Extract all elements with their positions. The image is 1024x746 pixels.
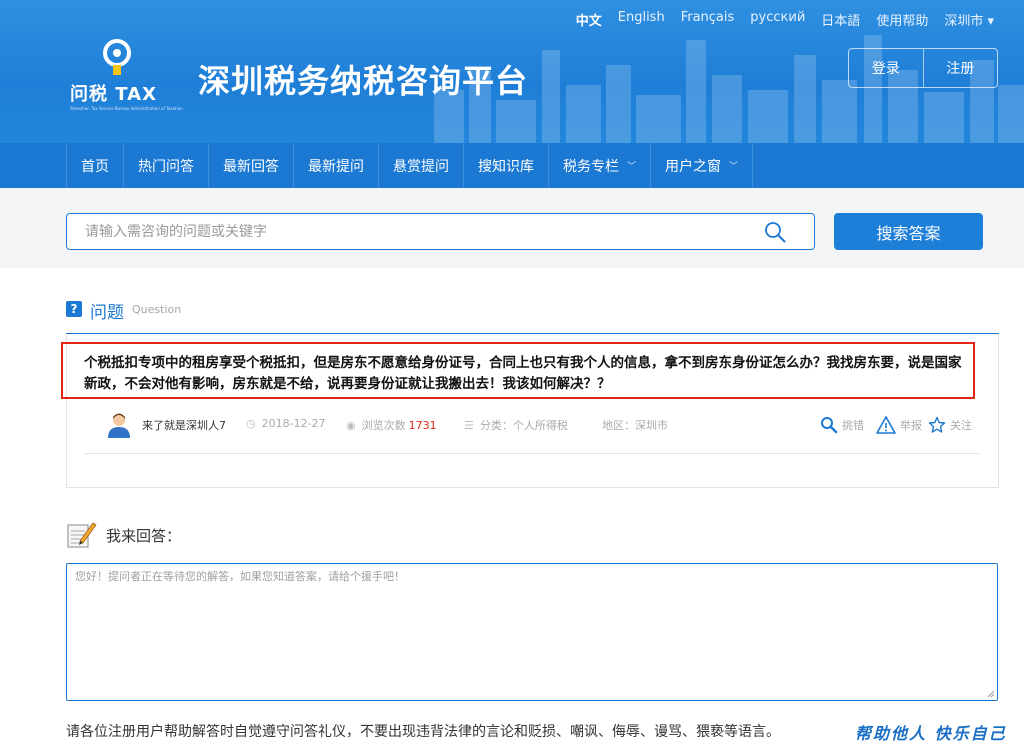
lang-english[interactable]: English	[618, 10, 665, 29]
report-button[interactable]: 举报	[876, 416, 922, 434]
chevron-down-icon: ﹀	[627, 162, 637, 172]
search-icon[interactable]	[764, 221, 786, 243]
follow-button[interactable]: 关注	[928, 416, 972, 434]
site-logo[interactable]: 问税 TAX Shenzhen Tax Service Bureau Admin…	[70, 38, 185, 118]
question-category: ☰ 分类：个人所得税	[464, 418, 568, 433]
notepad-pencil-icon	[67, 522, 97, 548]
question-section-label-en: Question	[132, 303, 182, 316]
question-section-label: 问题	[90, 303, 124, 323]
chevron-down-icon: ﹀	[729, 162, 739, 172]
correct-button[interactable]: 挑错	[820, 416, 864, 434]
nav-item-latest-answers[interactable]: 最新回答	[209, 143, 294, 188]
register-button[interactable]: 注册	[922, 49, 998, 87]
answer-box	[66, 563, 998, 701]
question-text: 个税抵扣专项中的租房享受个税抵扣，但是房东不愿意给身份证号，合同上也只有我个人的…	[84, 355, 962, 392]
slogan: 帮助他人 快乐自己	[855, 724, 1007, 743]
nav-item-bounty-questions[interactable]: 悬赏提问	[379, 143, 464, 188]
answer-textarea[interactable]	[67, 564, 997, 700]
site-header: 中文 English Français русский 日本語 使用帮助 深圳市…	[0, 0, 1024, 143]
answer-rules-text: 请各位注册用户帮助解答时自觉遵守问答礼仪，不要出现违背法律的言论和贬损、嘲讽、侮…	[66, 724, 780, 740]
search-area: 搜索答案	[0, 188, 1024, 268]
logo-brand-text: 问税 TAX	[70, 84, 157, 105]
nav-item-user-window[interactable]: 用户之窗 ﹀	[651, 143, 754, 188]
auth-buttons: 登录 注册	[848, 48, 998, 88]
login-button[interactable]: 登录	[849, 49, 923, 87]
warning-icon	[876, 416, 896, 434]
nav-item-tax-column[interactable]: 税务专栏 ﹀	[549, 143, 652, 188]
language-bar: 中文 English Français русский 日本語 使用帮助 深圳市…	[560, 10, 994, 29]
question-meta: 来了就是深圳人7 ◷ 2018-12-27 ◉ 浏览次数 1731 ☰ 分类：个人所得税…	[84, 408, 979, 454]
lang-russian[interactable]: русский	[750, 10, 805, 29]
resize-grip-icon[interactable]	[987, 690, 995, 698]
question-icon: ?	[66, 301, 82, 317]
city-selector[interactable]: 深圳市 ▾	[944, 10, 994, 29]
avatar[interactable]	[106, 411, 132, 438]
answer-section-title: 我来回答：	[106, 527, 182, 545]
site-title: 深圳税务纳税咨询平台	[198, 62, 529, 100]
question-section-header: ? 问题 Question	[66, 298, 999, 334]
search-button[interactable]: 搜索答案	[834, 213, 983, 250]
lang-japanese[interactable]: 日本語	[821, 10, 860, 29]
main-nav: 首页 热门问答 最新回答 最新提问 悬赏提问 搜知识库 税务专栏 ﹀ 用户之窗 ﹀	[0, 143, 1024, 188]
nav-item-home[interactable]: 首页	[67, 143, 124, 188]
eye-icon: ◉	[346, 418, 356, 432]
nav-item-knowledge-base[interactable]: 搜知识库	[464, 143, 549, 188]
logo-tagline: Shenzhen Tax Service Bureau Administrati…	[70, 106, 183, 111]
star-icon	[928, 416, 946, 433]
search-input[interactable]	[67, 214, 747, 249]
question-views: ◉ 浏览次数 1731	[346, 418, 437, 433]
magnifier-icon	[821, 417, 838, 434]
views-count: 1731	[408, 418, 437, 432]
question-date: ◷ 2018-12-27	[246, 417, 326, 430]
nav-item-hot-qa[interactable]: 热门问答	[124, 143, 209, 188]
logo-mark-icon	[103, 39, 131, 75]
lang-french[interactable]: Français	[681, 10, 735, 29]
list-icon: ☰	[464, 418, 474, 432]
question-author[interactable]: 来了就是深圳人7	[142, 417, 226, 433]
help-link[interactable]: 使用帮助	[876, 10, 928, 29]
nav-item-latest-questions[interactable]: 最新提问	[294, 143, 379, 188]
question-region: 地区：深圳市	[602, 419, 668, 432]
lang-chinese[interactable]: 中文	[576, 10, 602, 29]
search-box	[66, 213, 815, 250]
clock-icon: ◷	[246, 417, 256, 430]
